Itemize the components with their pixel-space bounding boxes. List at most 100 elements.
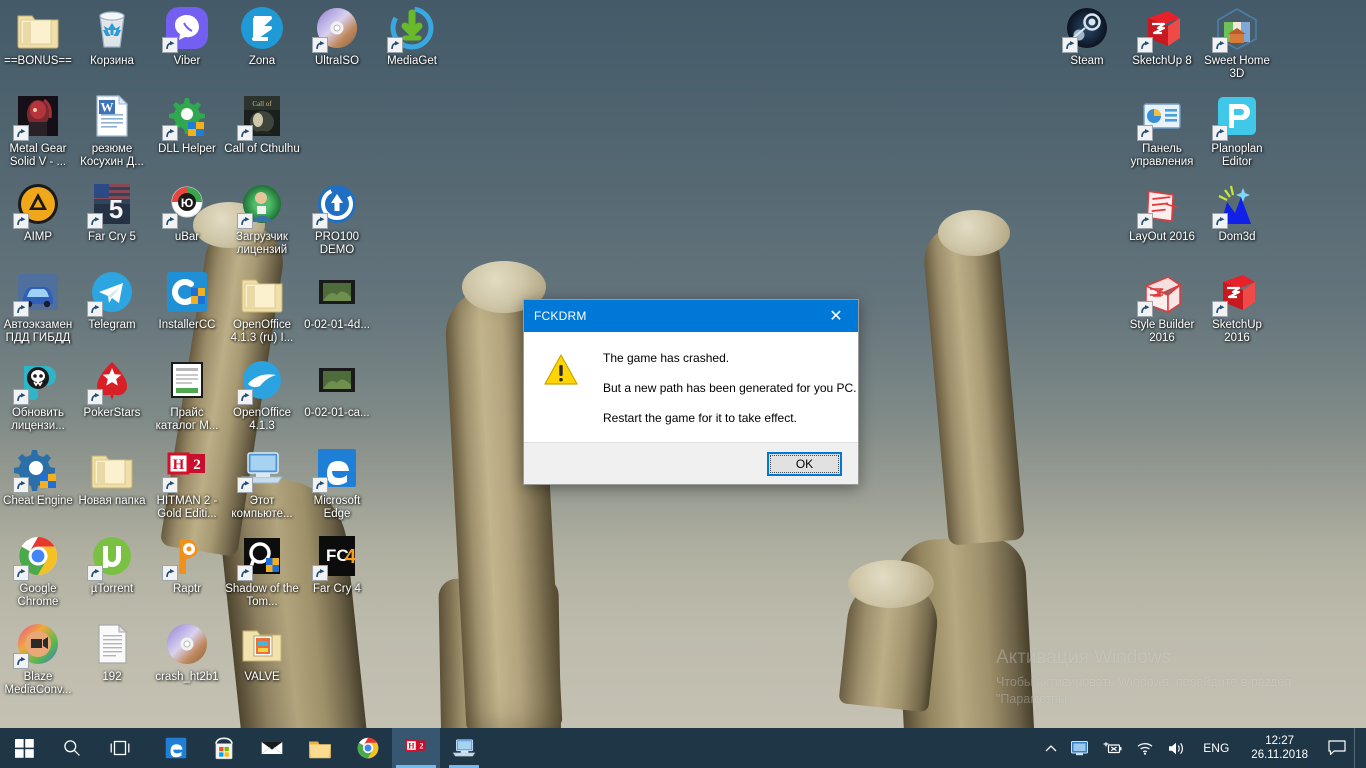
desktop-icon-этот-компьюте[interactable]: Этот компьюте...: [224, 444, 300, 521]
desktop-icon-загрузчик-лицензий[interactable]: Загрузчик лицензий: [224, 180, 300, 257]
shortcut-arrow-badge: [1212, 125, 1228, 141]
desktop-icon-raptr[interactable]: Raptr: [149, 532, 225, 596]
close-icon[interactable]: ✕: [814, 300, 858, 332]
desktop-icon-0-02-01-ca[interactable]: 0-02-01-ca...: [299, 356, 375, 420]
desktop-icon-steam[interactable]: Steam: [1049, 4, 1125, 68]
desktop-icon-192[interactable]: 192: [74, 620, 150, 684]
desktop-icon-ubar[interactable]: ЮuBar: [149, 180, 225, 244]
shortcut-arrow-badge: [312, 37, 328, 53]
desktop[interactable]: ==BONUS== Корзина Viber Zona UltraISO MediaGe…: [0, 0, 1366, 768]
language-indicator[interactable]: ENG: [1193, 728, 1239, 768]
taskbar[interactable]: H2 ENG 12:27 26.11.2018: [0, 728, 1366, 768]
desktop-icon-0-02-01-4d[interactable]: 0-02-01-4d...: [299, 268, 375, 332]
desktop-icon-прайс-каталог-м[interactable]: Прайс каталог М...: [149, 356, 225, 433]
desktop-icon-dll-helper[interactable]: DLL Helper: [149, 92, 225, 156]
dialog-message-line: Restart the game for it to take effect.: [603, 411, 797, 425]
desktop-icon-planoplan-editor[interactable]: Planoplan Editor: [1199, 92, 1275, 169]
desktop-icon-sketchup-2016[interactable]: SketchUp 2016: [1199, 268, 1275, 345]
desktop-icon-microsoft-edge[interactable]: Microsoft Edge: [299, 444, 375, 521]
svg-text:2: 2: [419, 742, 423, 751]
taskbar-chrome[interactable]: [344, 728, 392, 768]
desktop-icon-sketchup-8[interactable]: SketchUp 8: [1124, 4, 1200, 68]
video-file-icon: [313, 356, 361, 404]
activation-title: Активация Windows: [996, 647, 1172, 668]
volume-icon[interactable]: [1161, 728, 1193, 768]
desktop-icon-корзина[interactable]: Корзина: [74, 4, 150, 68]
desktop-icon-telegram[interactable]: Telegram: [74, 268, 150, 332]
show-hidden-icons-chevron[interactable]: [1038, 728, 1064, 768]
show-desktop-button[interactable]: [1354, 728, 1362, 768]
desktop-icon-label: Автоэкзамен ПДД ГИБДД: [3, 319, 73, 344]
desktop-icon-cheat-engine[interactable]: Cheat Engine: [0, 444, 76, 508]
mediaget-icon: [387, 4, 436, 53]
desktop-icon-label: VALVE: [244, 671, 280, 683]
task-view-button[interactable]: [96, 728, 144, 768]
valve-folder-icon: [238, 620, 286, 668]
shortcut-arrow-badge: [162, 125, 178, 141]
desktop-icon-metal-gear-solid-v[interactable]: Metal Gear Solid V - ...: [0, 92, 76, 169]
fckdrm-dialog[interactable]: FCKDRM ✕ The game has crashed. But a new…: [523, 299, 859, 485]
dialog-titlebar[interactable]: FCKDRM ✕: [524, 300, 858, 332]
desktop-icon-ultraiso[interactable]: UltraISO: [299, 4, 375, 68]
battery-plug-icon[interactable]: [1095, 728, 1129, 768]
desktop-icon-панель-управления[interactable]: Панель управления: [1124, 92, 1200, 169]
far-cry-5-icon: 5: [87, 180, 136, 229]
task-view-icon: [110, 740, 130, 756]
desktop-icon-openoffice-4-1-3[interactable]: OpenOffice 4.1.3: [224, 356, 300, 433]
cheat-engine-icon: [13, 444, 62, 493]
desktop-icon-far-cry-5[interactable]: 5 Far Cry 5: [74, 180, 150, 244]
action-center-icon[interactable]: [1320, 728, 1354, 768]
chrome-icon: [355, 735, 381, 761]
desktop-icon-label: PokerStars: [83, 407, 141, 419]
desktop-icon-label: резюме Косухин Д...: [80, 143, 144, 168]
dom3d-icon: [1212, 180, 1261, 229]
desktop-icon-dom3d[interactable]: Dom3d: [1199, 180, 1275, 244]
desktop-icon-резюме-косухин-д[interactable]: Wрезюме Косухин Д...: [74, 92, 150, 169]
desktop-icon-aimp[interactable]: AIMP: [0, 180, 76, 244]
start-button[interactable]: [0, 728, 48, 768]
desktop-icon-zona[interactable]: Zona: [224, 4, 300, 68]
taskbar-microsoft-store[interactable]: [200, 728, 248, 768]
svg-text:5: 5: [109, 194, 123, 224]
shortcut-arrow-badge: [387, 37, 403, 53]
desktop-icon-mediaget[interactable]: MediaGet: [374, 4, 450, 68]
shortcut-arrow-badge: [87, 213, 103, 229]
desktop-icon-label: Этот компьюте...: [231, 495, 293, 520]
update-license-icon: [13, 356, 62, 405]
desktop-icon-обновить-лицензи[interactable]: Обновить лицензи...: [0, 356, 76, 433]
ok-button[interactable]: OK: [767, 451, 842, 476]
clock[interactable]: 12:27 26.11.2018: [1239, 728, 1320, 768]
desktop-icon-far-cry-4[interactable]: FC 4 Far Cry 4: [299, 532, 375, 596]
desktop-icon-новая-папка[interactable]: Новая папка: [74, 444, 150, 508]
desktop-icon-pokerstars[interactable]: PokerStars: [74, 356, 150, 420]
desktop-icon-layout-2016[interactable]: LayOut 2016: [1124, 180, 1200, 244]
search-button[interactable]: [48, 728, 96, 768]
taskbar-file-explorer[interactable]: [296, 728, 344, 768]
ok-button-label: OK: [795, 456, 814, 471]
taskbar-mail[interactable]: [248, 728, 296, 768]
desktop-icon-pro100-demo[interactable]: PRO100 DEMO: [299, 180, 375, 257]
desktop-icon-torrent[interactable]: µTorrent: [74, 532, 150, 596]
desktop-icon-label: Обновить лицензи...: [11, 407, 65, 432]
display-icon[interactable]: [1064, 728, 1095, 768]
desktop-icon-google-chrome[interactable]: Google Chrome: [0, 532, 76, 609]
desktop-icon-blaze-mediaconv[interactable]: Blaze MediaConv...: [0, 620, 76, 697]
desktop-icon-call-of-cthulhu[interactable]: Call of Call of Cthulhu: [224, 92, 300, 156]
desktop-icon-label: Dom3d: [1218, 231, 1256, 243]
desktop-icon-openoffice-4-1-3-ru-i[interactable]: OpenOffice 4.1.3 (ru) I...: [224, 268, 300, 345]
desktop-icon-viber[interactable]: Viber: [149, 4, 225, 68]
wifi-icon[interactable]: [1129, 728, 1161, 768]
taskbar-hitman2[interactable]: H2: [392, 728, 440, 768]
taskbar-this-pc[interactable]: [440, 728, 488, 768]
desktop-icon-valve[interactable]: VALVE: [224, 620, 300, 684]
shortcut-arrow-badge: [312, 565, 328, 581]
desktop-icon-автоэкзамен-пдд-гибдд[interactable]: Автоэкзамен ПДД ГИБДД: [0, 268, 76, 345]
desktop-icon-installercc[interactable]: InstallerCC: [149, 268, 225, 332]
desktop-icon-crash-ht2b1[interactable]: crash_ht2b1: [149, 620, 225, 684]
desktop-icon-style-builder-2016[interactable]: Style Builder 2016: [1124, 268, 1200, 345]
desktop-icon-sweet-home-3d[interactable]: Sweet Home 3D: [1199, 4, 1275, 81]
desktop-icon-bonus[interactable]: ==BONUS==: [0, 4, 76, 68]
desktop-icon-shadow-of-the-tom[interactable]: Shadow of the Tom...: [224, 532, 300, 609]
taskbar-edge[interactable]: [152, 728, 200, 768]
desktop-icon-hitman-2-gold-editi[interactable]: H 2 HITMAN 2 - Gold Editi...: [149, 444, 225, 521]
